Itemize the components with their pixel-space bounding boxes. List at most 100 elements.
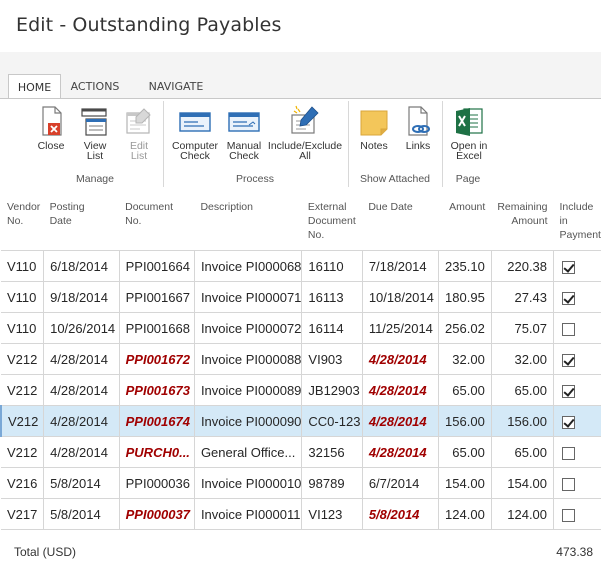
table-row[interactable]: V212 4/28/2014 PPI001674 Invoice PI000090 CC… bbox=[0, 405, 601, 437]
open-in-excel-button[interactable]: Open in Excel bbox=[448, 105, 490, 161]
document-no-cell[interactable]: PPI001673 bbox=[118, 374, 195, 406]
include-checkbox[interactable] bbox=[562, 384, 576, 398]
column-header[interactable]: Amount bbox=[439, 188, 492, 251]
amount-cell[interactable]: 65.00 bbox=[438, 374, 492, 406]
vendor-no-cell[interactable]: V216 bbox=[1, 467, 44, 499]
links-button[interactable]: Links bbox=[400, 105, 436, 151]
include-checkbox[interactable] bbox=[562, 446, 576, 460]
external-doc-cell[interactable]: CC0-123 bbox=[301, 405, 363, 437]
tab-home[interactable]: HOME bbox=[8, 74, 61, 100]
document-no-cell[interactable]: PPI001667 bbox=[118, 281, 195, 313]
include-checkbox[interactable] bbox=[562, 322, 576, 336]
remaining-amount-cell[interactable]: 65.00 bbox=[490, 374, 554, 406]
column-header[interactable]: Vendor No. bbox=[1, 188, 44, 251]
include-checkbox[interactable] bbox=[562, 415, 576, 429]
vendor-no-cell[interactable]: V110 bbox=[1, 250, 44, 282]
description-cell[interactable]: Invoice PI000068 bbox=[193, 250, 302, 282]
amount-cell[interactable]: 32.00 bbox=[438, 343, 492, 375]
table-row[interactable]: V110 9/18/2014 PPI001667 Invoice PI000071 16… bbox=[1, 281, 601, 313]
due-date-cell[interactable]: 11/25/2014 bbox=[361, 312, 439, 344]
vendor-no-cell[interactable]: V212 bbox=[1, 343, 44, 375]
vendor-no-cell[interactable]: V212 bbox=[0, 405, 44, 437]
remaining-amount-cell[interactable]: 220.38 bbox=[490, 250, 554, 282]
column-header[interactable]: Due Date bbox=[362, 188, 438, 251]
document-no-cell[interactable]: PPI001672 bbox=[118, 343, 195, 375]
amount-cell[interactable]: 65.00 bbox=[438, 436, 492, 468]
posting-date-cell[interactable]: 10/26/2014 bbox=[43, 312, 120, 344]
description-cell[interactable]: Invoice PI000072 bbox=[193, 312, 302, 344]
amount-cell[interactable]: 235.10 bbox=[438, 250, 492, 282]
include-checkbox[interactable] bbox=[562, 291, 576, 305]
description-cell[interactable]: Invoice PI000088 bbox=[193, 343, 302, 375]
description-cell[interactable]: Invoice PI000011 bbox=[193, 498, 302, 530]
document-no-cell[interactable]: PPI001668 bbox=[118, 312, 195, 344]
posting-date-cell[interactable]: 4/28/2014 bbox=[43, 343, 120, 375]
description-cell[interactable]: Invoice PI000010 bbox=[193, 467, 302, 499]
vendor-no-cell[interactable]: V217 bbox=[1, 498, 44, 530]
description-cell[interactable]: Invoice PI000089 bbox=[193, 374, 302, 406]
due-date-cell[interactable]: 4/28/2014 bbox=[361, 343, 439, 375]
remaining-amount-cell[interactable]: 75.07 bbox=[490, 312, 554, 344]
table-row[interactable]: V212 4/28/2014 PPI001673 Invoice PI000089 JB… bbox=[1, 374, 601, 406]
posting-date-cell[interactable]: 5/8/2014 bbox=[43, 467, 120, 499]
due-date-cell[interactable]: 7/18/2014 bbox=[361, 250, 439, 282]
description-cell[interactable]: Invoice PI000071 bbox=[193, 281, 302, 313]
table-row[interactable]: V110 10/26/2014 PPI001668 Invoice PI000072 1… bbox=[1, 312, 601, 344]
amount-cell[interactable]: 180.95 bbox=[438, 281, 492, 313]
remaining-amount-cell[interactable]: 156.00 bbox=[490, 405, 554, 437]
tab-actions[interactable]: ACTIONS bbox=[64, 74, 126, 98]
document-no-cell[interactable]: PPI001674 bbox=[118, 405, 195, 437]
description-cell[interactable]: Invoice PI000090 bbox=[193, 405, 302, 437]
remaining-amount-cell[interactable]: 65.00 bbox=[490, 436, 554, 468]
due-date-cell[interactable]: 6/7/2014 bbox=[361, 467, 439, 499]
table-row[interactable]: V212 4/28/2014 PPI001672 Invoice PI000088 VI… bbox=[1, 343, 601, 375]
external-doc-cell[interactable]: VI123 bbox=[301, 498, 363, 530]
posting-date-cell[interactable]: 6/18/2014 bbox=[43, 250, 120, 282]
include-exclude-all-button[interactable]: Include/Exclude All bbox=[266, 105, 344, 161]
edit-list-button[interactable]: Edit List bbox=[122, 105, 156, 161]
table-row[interactable]: V110 6/18/2014 PPI001664 Invoice PI000068 16… bbox=[1, 250, 601, 282]
include-checkbox[interactable] bbox=[562, 260, 576, 274]
vendor-no-cell[interactable]: V212 bbox=[1, 374, 44, 406]
remaining-amount-cell[interactable]: 154.00 bbox=[490, 467, 554, 499]
column-header[interactable]: Remaining Amount bbox=[491, 188, 553, 251]
amount-cell[interactable]: 154.00 bbox=[438, 467, 492, 499]
vendor-no-cell[interactable]: V110 bbox=[1, 281, 44, 313]
document-no-cell[interactable]: PPI000036 bbox=[118, 467, 195, 499]
amount-cell[interactable]: 156.00 bbox=[438, 405, 492, 437]
column-header[interactable]: Document No. bbox=[119, 188, 194, 251]
external-doc-cell[interactable]: 16114 bbox=[301, 312, 363, 344]
external-doc-cell[interactable]: 98789 bbox=[301, 467, 363, 499]
document-no-cell[interactable]: PPI001664 bbox=[118, 250, 195, 282]
amount-cell[interactable]: 124.00 bbox=[438, 498, 492, 530]
tab-navigate[interactable]: NAVIGATE bbox=[132, 74, 220, 98]
table-row[interactable]: V216 5/8/2014 PPI000036 Invoice PI000010 987… bbox=[1, 467, 601, 499]
computer-check-button[interactable]: Computer Check bbox=[170, 105, 220, 161]
posting-date-cell[interactable]: 4/28/2014 bbox=[43, 405, 120, 437]
posting-date-cell[interactable]: 5/8/2014 bbox=[43, 498, 120, 530]
due-date-cell[interactable]: 4/28/2014 bbox=[361, 436, 439, 468]
document-no-cell[interactable]: PURCH0... bbox=[118, 436, 195, 468]
column-header[interactable]: Include in Payment bbox=[554, 188, 601, 251]
document-no-cell[interactable]: PPI000037 bbox=[118, 498, 195, 530]
include-checkbox[interactable] bbox=[562, 477, 576, 491]
notes-button[interactable]: Notes bbox=[356, 105, 392, 151]
external-doc-cell[interactable]: 32156 bbox=[301, 436, 363, 468]
include-checkbox[interactable] bbox=[562, 353, 576, 367]
column-header[interactable]: External Document No. bbox=[302, 188, 362, 251]
due-date-cell[interactable]: 4/28/2014 bbox=[361, 374, 439, 406]
external-doc-cell[interactable]: JB12903 bbox=[301, 374, 363, 406]
vendor-no-cell[interactable]: V212 bbox=[1, 436, 44, 468]
due-date-cell[interactable]: 10/18/2014 bbox=[361, 281, 439, 313]
include-checkbox[interactable] bbox=[562, 508, 576, 522]
column-header[interactable]: Posting Date bbox=[44, 188, 120, 251]
remaining-amount-cell[interactable]: 27.43 bbox=[490, 281, 554, 313]
vendor-no-cell[interactable]: V110 bbox=[1, 312, 44, 344]
column-header[interactable]: Description bbox=[194, 188, 301, 251]
table-row[interactable]: V217 5/8/2014 PPI000037 Invoice PI000011 VI1… bbox=[1, 498, 601, 530]
due-date-cell[interactable]: 4/28/2014 bbox=[361, 405, 439, 437]
posting-date-cell[interactable]: 4/28/2014 bbox=[43, 436, 120, 468]
table-row[interactable]: V212 4/28/2014 PURCH0... General Office... 3… bbox=[1, 436, 601, 468]
due-date-cell[interactable]: 5/8/2014 bbox=[361, 498, 439, 530]
description-cell[interactable]: General Office... bbox=[193, 436, 302, 468]
